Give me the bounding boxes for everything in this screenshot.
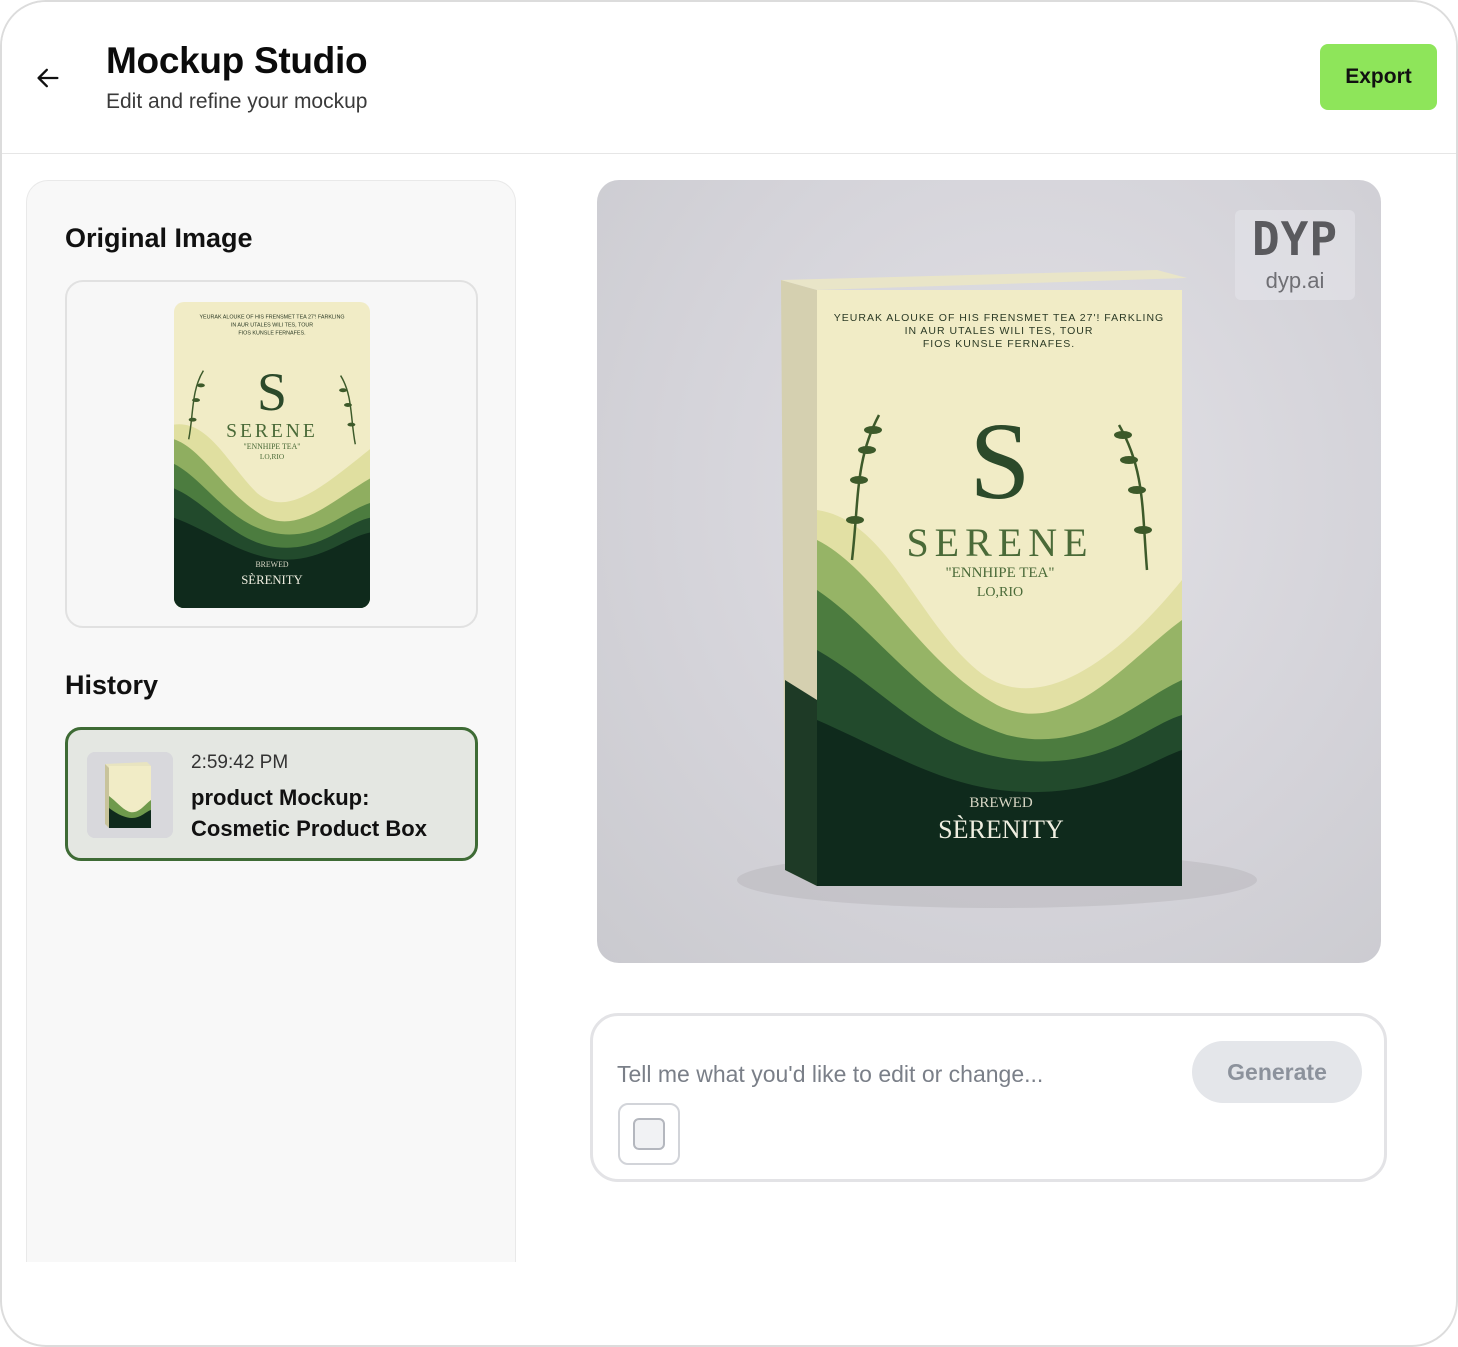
mockup-copy-line-3: FIOS KUNSLE FERNAFES. — [923, 338, 1075, 350]
page-subtitle: Edit and refine your mockup — [106, 90, 368, 113]
mockup-footer-small: BREWED — [969, 795, 1032, 811]
history-heading: History — [65, 670, 159, 700]
box-brand: SERENE — [226, 421, 318, 442]
box-copy-line-3: FIOS KUNSLE FERNAFES. — [238, 330, 305, 336]
history-thumbnail — [87, 752, 173, 838]
arrow-left-icon — [37, 68, 59, 88]
app-window: Mockup Studio Edit and refine your mocku… — [0, 0, 1458, 1347]
prompt-box: Generate — [590, 1013, 1387, 1182]
history-title: product Mockup: Cosmetic Product Box — [191, 785, 427, 841]
history-item[interactable]: 2:59:42 PM product Mockup: Cosmetic Prod… — [65, 727, 478, 861]
box-footer-large: SÈRENITY — [241, 573, 303, 587]
mockup-sub: LO,RIO — [977, 585, 1023, 600]
watermark: DYP dyp.ai — [1235, 210, 1355, 300]
watermark-url: dyp.ai — [1265, 268, 1325, 293]
original-image: YEURAK ALOUKE OF HIS FRENSMET TEA 27'! F… — [174, 302, 370, 608]
edit-prompt-input[interactable] — [617, 1052, 1177, 1096]
box-monogram: S — [257, 362, 287, 422]
mockup-variant: "ENNHIPE TEA" — [945, 565, 1054, 581]
sidebar-panel: Original Image YEURAK ALOUKE OF HIS FREN… — [26, 180, 516, 1262]
box-sub: LO,RIO — [260, 452, 284, 461]
back-button[interactable] — [28, 58, 68, 98]
attach-image-button[interactable] — [618, 1103, 680, 1165]
header: Mockup Studio Edit and refine your mocku… — [2, 2, 1456, 154]
box-copy-line-1: YEURAK ALOUKE OF HIS FRENSMET TEA 27'! F… — [199, 315, 344, 321]
box-variant: "ENNHIPE TEA" — [244, 442, 301, 451]
page-title: Mockup Studio — [106, 40, 368, 81]
mockup-preview: YEURAK ALOUKE OF HIS FRENSMET TEA 27'! F… — [597, 180, 1381, 963]
export-button[interactable]: Export — [1320, 44, 1437, 110]
mockup-monogram: S — [969, 400, 1030, 522]
mockup-copy-line-2: IN AUR UTALES WILI TES, TOUR — [905, 325, 1094, 337]
mockup-brand: SERENE — [906, 520, 1093, 565]
original-image-card[interactable]: YEURAK ALOUKE OF HIS FRENSMET TEA 27'! F… — [65, 280, 478, 628]
original-image-heading: Original Image — [65, 223, 253, 253]
history-timestamp: 2:59:42 PM — [191, 752, 289, 773]
box-footer-small: BREWED — [255, 560, 288, 569]
generate-button[interactable]: Generate — [1192, 1041, 1362, 1103]
box-copy-line-2: IN AUR UTALES WILI TES, TOUR — [231, 323, 313, 329]
dyp-logo: DYP — [1251, 212, 1339, 266]
mockup-copy-line-1: YEURAK ALOUKE OF HIS FRENSMET TEA 27'! F… — [834, 312, 1164, 324]
image-attach-icon — [633, 1118, 665, 1150]
mockup-footer-large: SÈRENITY — [938, 815, 1064, 844]
